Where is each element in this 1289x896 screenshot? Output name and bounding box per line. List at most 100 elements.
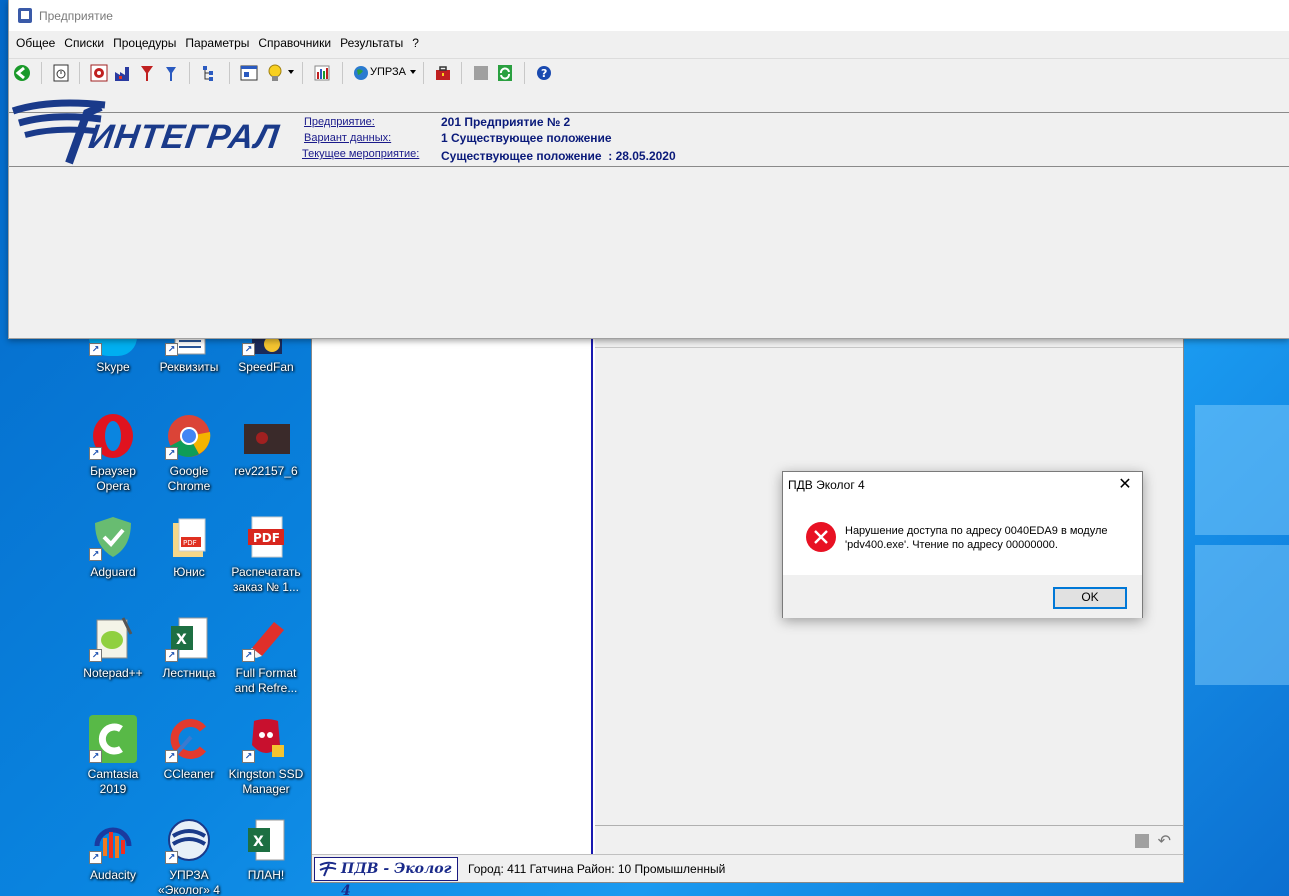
- desktop-icon-raspechatat[interactable]: PDF Распечатать заказ № 1...: [228, 513, 304, 609]
- status-logo: ПДВ - Эколог 4: [314, 857, 458, 896]
- chrome-icon: ↗: [165, 412, 213, 460]
- status-bar: ПДВ - Эколог 4 Город: 411 Гатчина Район:…: [312, 854, 1183, 896]
- toolbar: УПРЗА ?: [9, 58, 1289, 86]
- windows-logo-pane: [1195, 545, 1289, 685]
- gray-square-icon[interactable]: [1135, 834, 1149, 848]
- main-app-window: Предприятие Общее Списки Процедуры Параметр…: [8, 0, 1289, 339]
- measure-label[interactable]: Текущее мероприятие:: [302, 148, 419, 160]
- eraser-icon: ↗: [242, 614, 290, 662]
- menu-results[interactable]: Результаты: [337, 33, 406, 53]
- desktop-icon-label: Google Chrome: [167, 464, 211, 493]
- desktop-icon-notepadpp[interactable]: ↗ Notepad++: [75, 614, 151, 710]
- ok-button[interactable]: OK: [1053, 587, 1127, 609]
- desktop-icon-camtasia[interactable]: ↗ Camtasia 2019: [75, 715, 151, 811]
- toolbar-separator: [524, 62, 525, 84]
- menu-lists[interactable]: Списки: [61, 33, 107, 53]
- desktop-icon-audacity[interactable]: ↗ Audacity: [75, 816, 151, 896]
- clock-icon[interactable]: [51, 63, 71, 83]
- app-icon: [18, 8, 32, 23]
- window-title: Предприятие: [39, 9, 113, 23]
- menu-procedures[interactable]: Процедуры: [110, 33, 179, 53]
- ccleaner-icon: ↗: [165, 715, 213, 763]
- desktop-icon-label: Распечатать заказ № 1...: [231, 565, 301, 594]
- lightbulb-icon[interactable]: [265, 63, 285, 83]
- dialog-title: ПДВ Эколог 4: [788, 478, 865, 492]
- adguard-icon: ↗: [89, 513, 137, 561]
- undo-icon[interactable]: ↶: [1158, 831, 1171, 851]
- variant-label[interactable]: Вариант данных:: [304, 132, 391, 144]
- company-banner: ИНТЕГРАЛ Предприятие: Вариант данных: Те…: [9, 99, 1289, 167]
- desktop-icon-chrome[interactable]: ↗ Google Chrome: [151, 412, 227, 508]
- error-icon: [806, 522, 836, 552]
- toolbar-separator: [41, 62, 42, 84]
- chevron-down-icon[interactable]: [288, 70, 294, 74]
- toolbar-separator: [189, 62, 190, 84]
- excel-icon: X ↗: [165, 614, 213, 662]
- menu-references[interactable]: Справочники: [255, 33, 334, 53]
- dialog-footer: OK: [783, 575, 1142, 618]
- desktop-icon-rev22157[interactable]: rev22157_6: [228, 412, 304, 508]
- globe-icon[interactable]: [351, 63, 371, 83]
- dialog-body: Нарушение доступа по адресу 0040EDA9 в м…: [783, 503, 1142, 575]
- tree-icon[interactable]: [199, 63, 219, 83]
- windows-logo-pane: [1195, 405, 1289, 535]
- desktop-icon-lestnica[interactable]: X ↗ Лестница: [151, 614, 227, 710]
- title-bar[interactable]: Предприятие: [9, 0, 1289, 31]
- logo-text: ИНТЕГРАЛ: [86, 118, 282, 156]
- svg-text:?: ?: [541, 67, 547, 80]
- notepadpp-icon: ↗: [89, 614, 137, 662]
- desktop-icon-unis[interactable]: PDF Юнис: [151, 513, 227, 609]
- desktop-icon-opera[interactable]: ↗ Браузер Opera: [75, 412, 151, 508]
- left-tree-panel[interactable]: [312, 339, 593, 855]
- window-icon[interactable]: [239, 63, 259, 83]
- desktop-icon-label: Реквизиты: [159, 360, 219, 374]
- menu-parameters[interactable]: Параметры: [182, 33, 252, 53]
- desktop-icon-fullformat[interactable]: ↗ Full Format and Refre...: [228, 614, 304, 710]
- desktop-icon-plan[interactable]: X ПЛАН!: [228, 816, 304, 896]
- desktop-icon-label: rev22157_6: [234, 464, 298, 478]
- factory-icon[interactable]: [113, 63, 133, 83]
- desktop-icon-label: Юнис: [173, 565, 205, 579]
- desktop-icon-label: Adguard: [90, 565, 136, 579]
- toolbox-icon[interactable]: [433, 63, 453, 83]
- antenna-icon[interactable]: [161, 63, 181, 83]
- measure-value: Существующее положение : 28.05.2020: [441, 149, 676, 163]
- desktop-icon-label: Full Format and Refre...: [234, 666, 298, 695]
- desktop-icon-label: SpeedFan: [238, 360, 294, 374]
- panel-divider: [595, 347, 1183, 348]
- toolbar-separator: [423, 62, 424, 84]
- gray-square-icon[interactable]: [471, 63, 491, 83]
- tower-icon[interactable]: [137, 63, 157, 83]
- kingston-icon: ↗: [242, 715, 290, 763]
- desktop-icon-label: Kingston SSD Manager: [228, 767, 304, 796]
- excel-icon: X: [242, 816, 290, 864]
- enterprise-value: 201 Предприятие № 2: [441, 115, 571, 129]
- toolbar-separator: [229, 62, 230, 84]
- desktop-icon-label: CCleaner: [163, 767, 215, 781]
- enterprise-label[interactable]: Предприятие:: [304, 116, 375, 128]
- menu-bar: Общее Списки Процедуры Параметры Справочники…: [9, 33, 1289, 55]
- desktop-icon-label: Camtasia 2019: [87, 767, 139, 796]
- desktop-icon-label: ПЛАН!: [247, 868, 285, 882]
- target-icon[interactable]: [89, 63, 109, 83]
- refresh-icon[interactable]: [495, 63, 515, 83]
- back-icon[interactable]: [12, 63, 32, 83]
- desktop-icon-ccleaner[interactable]: ↗ CCleaner: [151, 715, 227, 811]
- help-icon[interactable]: ?: [534, 63, 554, 83]
- bar-chart-icon[interactable]: [312, 63, 332, 83]
- toolbar-separator: [461, 62, 462, 84]
- desktop-icon-label: Audacity: [89, 868, 137, 882]
- pdf-folder-icon: PDF: [165, 513, 213, 561]
- desktop-icon-kingston[interactable]: ↗ Kingston SSD Manager: [228, 715, 304, 811]
- desktop-icon-uprza[interactable]: ↗ УПРЗА «Эколог» 4: [151, 816, 227, 896]
- chevron-down-icon[interactable]: [410, 70, 416, 74]
- svg-text:X: X: [176, 632, 187, 648]
- close-icon[interactable]: ✕: [1114, 474, 1136, 496]
- svg-text:PDF: PDF: [183, 539, 197, 547]
- menu-help[interactable]: ?: [409, 33, 422, 53]
- upr-dropdown-label[interactable]: УПРЗА: [370, 66, 406, 78]
- desktop-icon-adguard[interactable]: ↗ Adguard: [75, 513, 151, 609]
- desktop-icon-label: УПРЗА «Эколог» 4: [158, 868, 220, 896]
- svg-text:PDF: PDF: [253, 531, 280, 545]
- menu-general[interactable]: Общее: [13, 33, 58, 53]
